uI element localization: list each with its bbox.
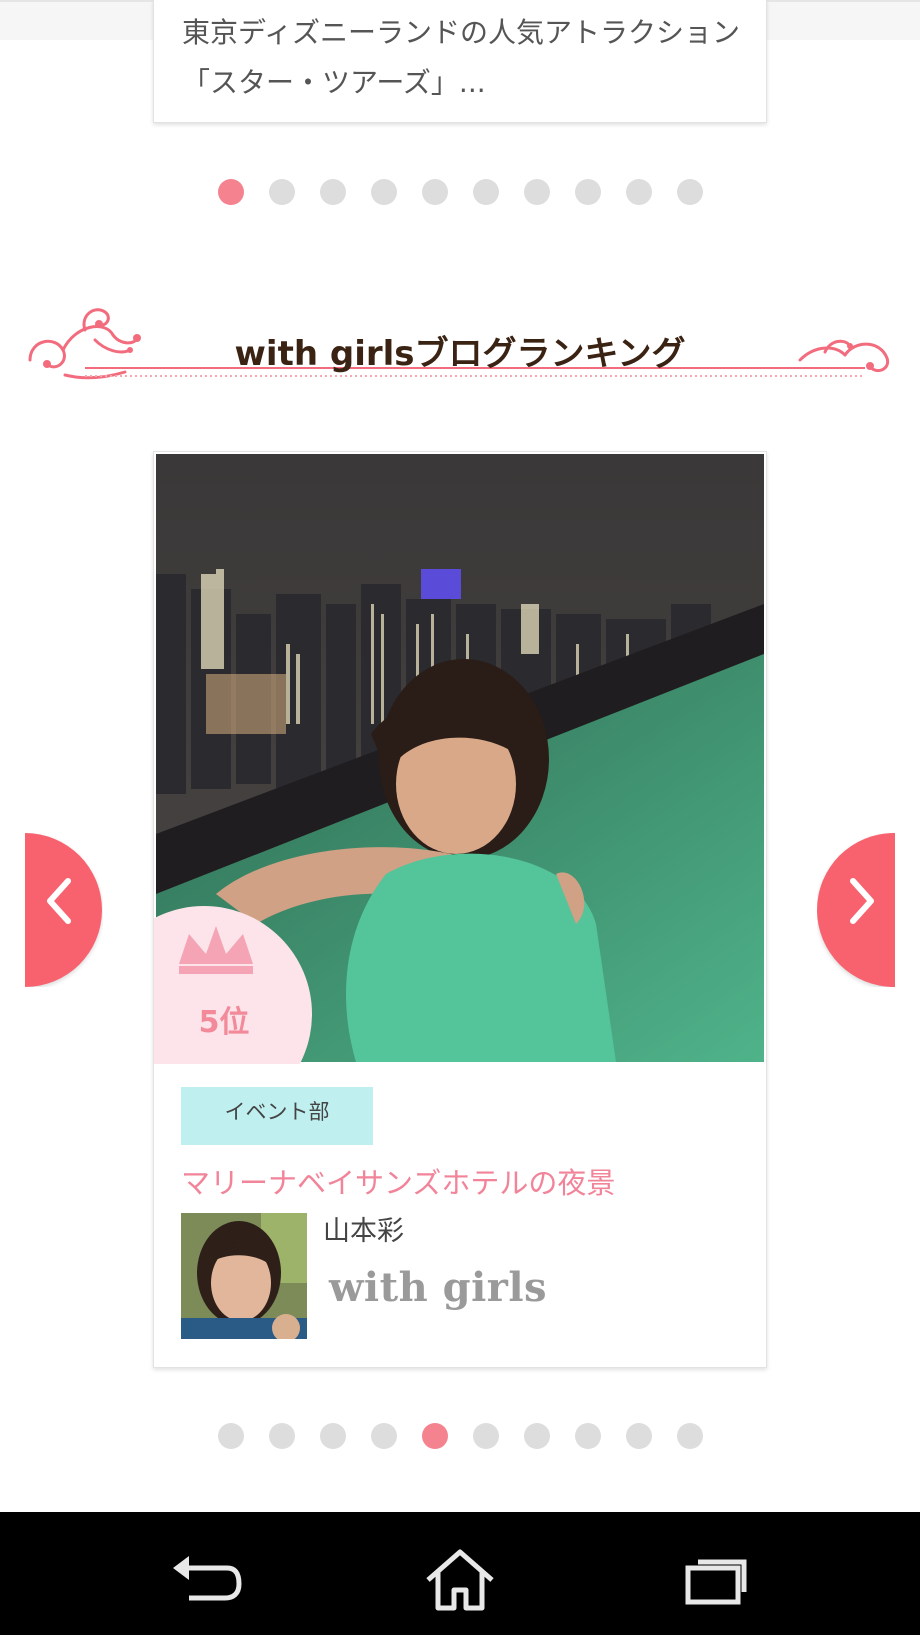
- pager-dot[interactable]: [422, 1423, 448, 1449]
- previous-article-excerpt: 東京ディズニーランドの人気アトラクション「スター・ツアーズ」...: [182, 16, 741, 99]
- post-title[interactable]: マリーナベイサンズホテルの夜景: [181, 1160, 741, 1202]
- author-avatar-photo[interactable]: [181, 1213, 307, 1339]
- pager-dot[interactable]: [626, 1423, 652, 1449]
- pager-dot[interactable]: [524, 179, 550, 205]
- recents-icon[interactable]: [674, 1546, 754, 1616]
- chevron-left-icon: [47, 878, 71, 924]
- system-navigation-bar: [0, 1512, 920, 1635]
- pager-dot[interactable]: [269, 179, 295, 205]
- pager-dot[interactable]: [422, 179, 448, 205]
- pager-dot[interactable]: [575, 179, 601, 205]
- prev-button[interactable]: [25, 833, 103, 987]
- pager-dot[interactable]: [677, 179, 703, 205]
- ranking-card[interactable]: 5位 イベント部 マリーナベイサンズホテルの夜景 山本彩 with girls: [153, 451, 767, 1368]
- pager-dot[interactable]: [575, 1423, 601, 1449]
- category-tag[interactable]: イベント部: [181, 1087, 373, 1145]
- bottom-pager: [0, 1423, 920, 1449]
- back-icon[interactable]: [167, 1546, 247, 1616]
- brand-logo: with girls: [329, 1264, 548, 1311]
- pager-dot[interactable]: [218, 179, 244, 205]
- chevron-right-icon: [850, 878, 874, 924]
- pager-dot[interactable]: [218, 1423, 244, 1449]
- next-button[interactable]: [817, 833, 895, 987]
- pager-dot[interactable]: [626, 179, 652, 205]
- author-name[interactable]: 山本彩: [323, 1209, 404, 1248]
- section-title: with girlsブログランキング: [234, 334, 686, 374]
- pager-dot[interactable]: [677, 1423, 703, 1449]
- pager-dot[interactable]: [320, 1423, 346, 1449]
- home-icon[interactable]: [420, 1546, 500, 1616]
- pager-dot[interactable]: [320, 179, 346, 205]
- section-header: with girlsブログランキング: [25, 300, 895, 400]
- rank-label: 5位: [198, 1005, 250, 1040]
- pager-dot[interactable]: [473, 179, 499, 205]
- pager-dot[interactable]: [371, 179, 397, 205]
- pager-dot[interactable]: [524, 1423, 550, 1449]
- pager-dot[interactable]: [269, 1423, 295, 1449]
- top-pager: [0, 179, 920, 205]
- pager-dot[interactable]: [371, 1423, 397, 1449]
- previous-article-card[interactable]: 東京ディズニーランドの人気アトラクション「スター・ツアーズ」...: [153, 0, 767, 123]
- pager-dot[interactable]: [473, 1423, 499, 1449]
